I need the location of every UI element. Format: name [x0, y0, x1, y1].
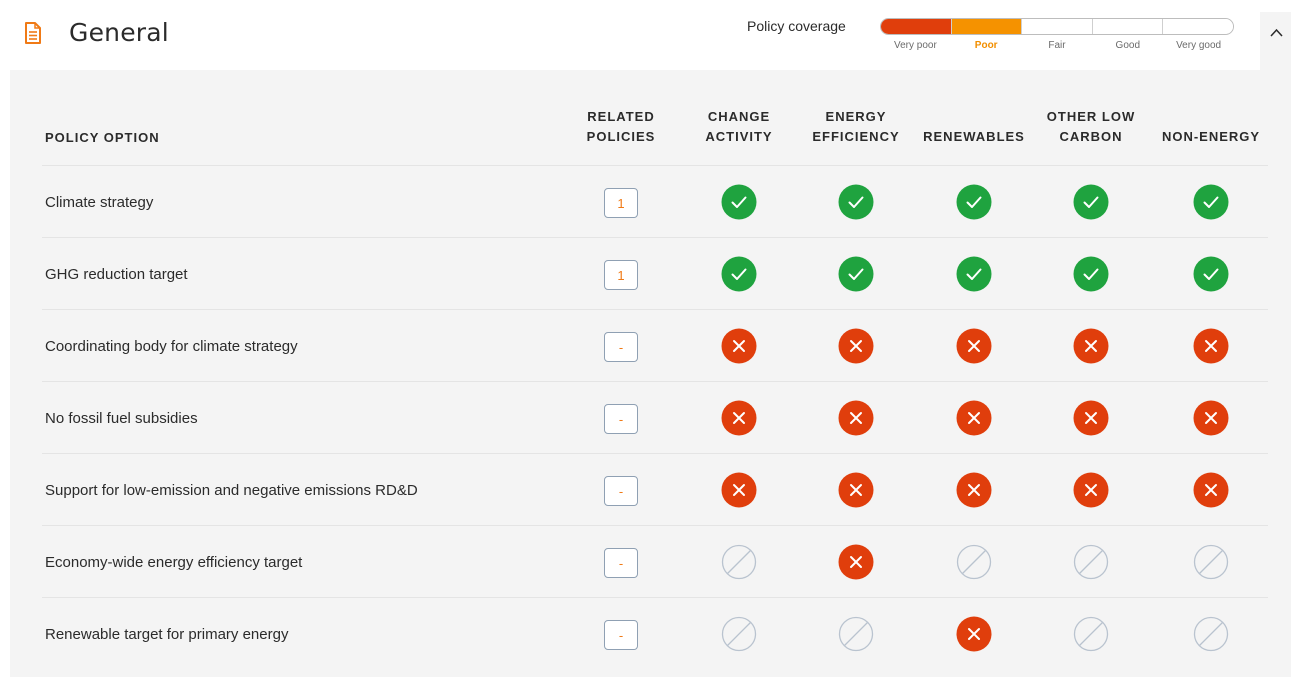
not-applicable-icon [1193, 616, 1229, 652]
coverage-level-label: Good [1115, 40, 1141, 51]
coverage-level-label: Very good [1176, 40, 1222, 51]
check-circle-icon [1073, 184, 1109, 220]
table-row: Renewable target for primary energy - [42, 597, 1268, 669]
check-circle-icon [721, 256, 757, 292]
x-circle-icon [956, 400, 992, 436]
x-circle-icon [1193, 472, 1229, 508]
coverage-segment-poor [951, 19, 1023, 34]
column-header-energy-efficiency: ENERGY EFFICIENCY [812, 109, 900, 144]
x-circle-icon [956, 616, 992, 652]
x-circle-icon [956, 472, 992, 508]
x-circle-icon [1193, 400, 1229, 436]
related-policies-button[interactable]: - [604, 548, 638, 578]
x-circle-icon [721, 400, 757, 436]
policy-coverage-bar [880, 18, 1234, 35]
coverage-segment-very-poor [881, 19, 952, 34]
not-applicable-icon [721, 616, 757, 652]
policy-option-label: Economy-wide energy efficiency target [45, 553, 303, 571]
related-policies-button[interactable]: 1 [604, 260, 638, 290]
policy-coverage-label: Policy coverage [747, 18, 846, 34]
section-title: General [69, 18, 169, 47]
table-row: Coordinating body for climate strategy - [42, 309, 1268, 381]
related-policies-button[interactable]: - [604, 404, 638, 434]
x-circle-icon [1073, 400, 1109, 436]
policy-coverage-scale: Very poor Poor Fair Good Very good [880, 40, 1234, 51]
policy-option-label: Support for low-emission and negative em… [45, 481, 418, 499]
coverage-level-label: Poor [974, 40, 998, 51]
column-header-non-energy: NON-ENERGY [1161, 129, 1261, 144]
column-header-other-low-carbon: OTHER LOW CARBON [1046, 109, 1136, 144]
check-circle-icon [1193, 184, 1229, 220]
related-policies-button[interactable]: - [604, 620, 638, 650]
check-circle-icon [956, 184, 992, 220]
x-circle-icon [838, 328, 874, 364]
related-policies-button[interactable]: - [604, 332, 638, 362]
policy-option-label: Climate strategy [45, 193, 154, 211]
x-circle-icon [1073, 328, 1109, 364]
table-header: POLICY OPTION RELATED POLICIES CHANGE AC… [10, 70, 1291, 166]
policy-option-label: Renewable target for primary energy [45, 625, 289, 643]
document-icon [25, 22, 41, 44]
coverage-segment-fair [1022, 19, 1093, 34]
not-applicable-icon [1193, 544, 1229, 580]
x-circle-icon [838, 544, 874, 580]
column-header-renewables: RENEWABLES [923, 129, 1025, 144]
check-circle-icon [721, 184, 757, 220]
column-header-related-policies: RELATED POLICIES [586, 109, 656, 144]
x-circle-icon [838, 472, 874, 508]
table-row: GHG reduction target 1 [42, 237, 1268, 309]
policy-option-label: Coordinating body for climate strategy [45, 337, 298, 355]
chevron-up-icon[interactable] [1270, 28, 1283, 37]
not-applicable-icon [721, 544, 757, 580]
check-circle-icon [956, 256, 992, 292]
check-circle-icon [838, 184, 874, 220]
collapse-button[interactable] [1260, 12, 1291, 70]
not-applicable-icon [838, 616, 874, 652]
table-row: Climate strategy 1 [42, 165, 1268, 237]
x-circle-icon [956, 328, 992, 364]
related-policies-button[interactable]: - [604, 476, 638, 506]
table-row: No fossil fuel subsidies - [42, 381, 1268, 453]
related-policies-button[interactable]: 1 [604, 188, 638, 218]
x-circle-icon [1193, 328, 1229, 364]
section-header: General Policy coverage Very poor Poor F… [0, 0, 1291, 70]
coverage-segment-very-good [1163, 19, 1233, 34]
policy-option-label: GHG reduction target [45, 265, 188, 283]
not-applicable-icon [1073, 616, 1109, 652]
not-applicable-icon [956, 544, 992, 580]
x-circle-icon [721, 328, 757, 364]
coverage-level-label: Fair [1048, 40, 1066, 51]
column-header-policy-option: POLICY OPTION [45, 130, 160, 145]
policy-table-panel: POLICY OPTION RELATED POLICIES CHANGE AC… [10, 70, 1291, 677]
x-circle-icon [838, 400, 874, 436]
column-header-change-activity: CHANGE ACTIVITY [705, 109, 773, 144]
x-circle-icon [721, 472, 757, 508]
table-row: Economy-wide energy efficiency target - [42, 525, 1268, 597]
x-circle-icon [1073, 472, 1109, 508]
coverage-level-label: Very poor [893, 40, 937, 51]
check-circle-icon [838, 256, 874, 292]
policy-option-label: No fossil fuel subsidies [45, 409, 198, 427]
coverage-segment-good [1092, 19, 1164, 34]
table-row: Support for low-emission and negative em… [42, 453, 1268, 525]
not-applicable-icon [1073, 544, 1109, 580]
check-circle-icon [1193, 256, 1229, 292]
check-circle-icon [1073, 256, 1109, 292]
